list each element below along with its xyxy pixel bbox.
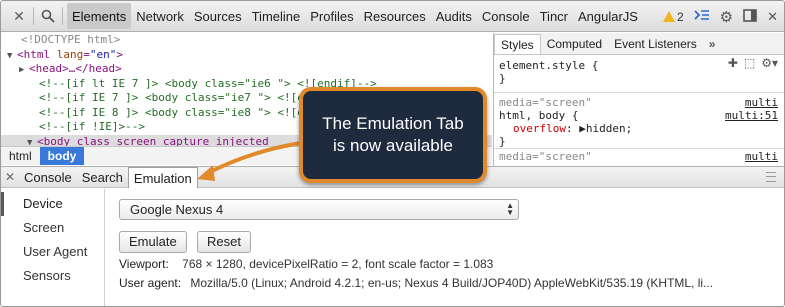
callout-line-2: is now available [332,136,453,155]
devtools-window: ✕ Elements Network Sources Timeline Prof… [0,0,785,307]
annotation-callout: The Emulation Tab is now available [299,87,487,183]
callout-line-1: The Emulation Tab [322,114,464,133]
